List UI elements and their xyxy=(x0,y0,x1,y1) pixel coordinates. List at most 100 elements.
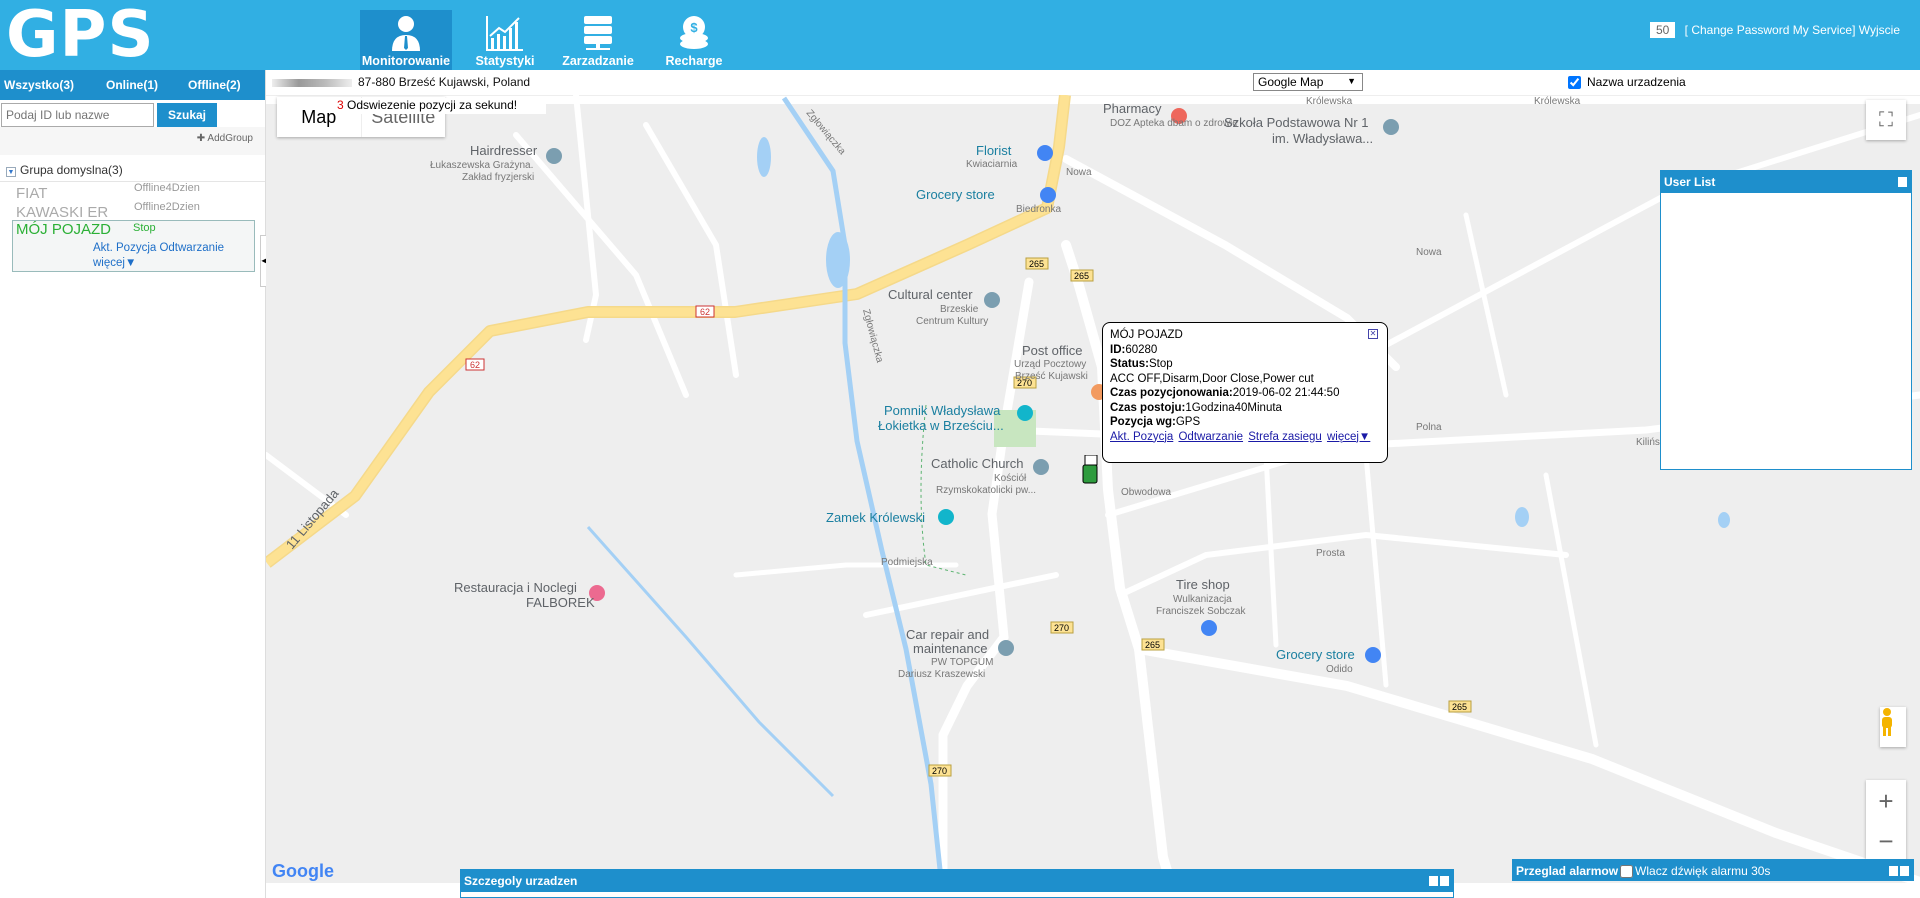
device-details-panel: Szczegoly urzadzen xyxy=(460,869,1454,898)
show-name-checkbox[interactable] xyxy=(1568,76,1581,90)
nav-zarzadzanie[interactable]: Zarzadzanie xyxy=(552,10,644,70)
search-input[interactable] xyxy=(1,103,154,127)
map-label: Franciszek Sobczak xyxy=(1156,606,1246,617)
street-label: Zgłowiączka xyxy=(804,108,848,158)
road-number: 265 xyxy=(1145,640,1160,650)
zoom-out-button[interactable]: − xyxy=(1866,821,1906,861)
google-logo: Google xyxy=(272,861,334,881)
nav-statystyki[interactable]: Statystyki xyxy=(459,10,551,70)
map-label: Odido xyxy=(1326,664,1353,675)
my-service-link[interactable]: My Service] xyxy=(1793,23,1856,37)
map-label: Car repair and xyxy=(906,627,989,642)
street-label: Nowa xyxy=(1066,167,1092,178)
device-status: Offline4Dzien xyxy=(134,182,200,194)
road-number: 270 xyxy=(932,766,947,776)
device-item-selected[interactable]: MÓJ POJAZD Stop Akt. Pozycja Odtwarzanie… xyxy=(12,220,255,272)
device-item[interactable]: KAWASKI ER Offline2Dzien xyxy=(0,201,265,221)
logo: GPS xyxy=(6,0,155,72)
popup-title: MÓJ POJAZD xyxy=(1110,329,1183,341)
add-group-button[interactable]: ✚ AddGroup xyxy=(0,127,265,155)
nav-monitorowanie[interactable]: Monitorowanie xyxy=(360,10,452,70)
device-name: FIAT xyxy=(16,185,48,202)
map-label: Rzymskokatolicki pw... xyxy=(936,485,1036,496)
tab-all[interactable]: Wszystko(3) xyxy=(0,78,104,92)
tab-offline[interactable]: Offline(2) xyxy=(184,78,245,92)
rivers xyxy=(586,96,944,883)
street-view-pegman[interactable] xyxy=(1880,707,1906,747)
panel-title: User List xyxy=(1664,175,1716,189)
close-icon[interactable]: ✕ xyxy=(1368,329,1378,339)
device-more-link[interactable]: więcej▼ xyxy=(93,257,136,269)
map-label: Biedronka xyxy=(1016,204,1061,215)
road-number: 265 xyxy=(1074,271,1089,281)
map-provider-select[interactable]: Google Map ▼ xyxy=(1253,73,1363,91)
map-label: Tire shop xyxy=(1176,577,1230,592)
nav-label: Statystyki xyxy=(475,54,535,68)
status-value: Stop xyxy=(1148,358,1173,370)
logout-link[interactable]: Wyjscie xyxy=(1859,23,1900,37)
road-number: 62 xyxy=(700,307,710,317)
user-icon xyxy=(392,16,420,51)
nav-label: Monitorowanie xyxy=(361,54,451,68)
zoom-in-button[interactable]: + xyxy=(1866,781,1906,821)
current-position-link[interactable]: Akt. Pozycja xyxy=(1110,431,1173,443)
maximize-icon[interactable] xyxy=(1900,866,1909,876)
zoom-control: + − xyxy=(1866,780,1906,861)
map-label: Cultural center xyxy=(888,287,973,302)
redacted-text xyxy=(272,78,352,87)
collapse-icon[interactable]: ▼ xyxy=(6,167,16,177)
group-label: Grupa domyslna(3) xyxy=(20,163,123,177)
refresh-countdown: 3 Odswiezenie pozycji za sekund! xyxy=(334,98,546,114)
plus-icon: ✚ xyxy=(196,133,206,144)
user-list-panel: User List xyxy=(1660,170,1912,470)
minimize-icon[interactable] xyxy=(1898,177,1907,187)
group-header[interactable]: ▼ Grupa domyslna(3) xyxy=(0,155,265,182)
source-value: GPS xyxy=(1175,416,1201,428)
nav-recharge[interactable]: $ Recharge xyxy=(648,10,740,70)
street-label: Obwodowa xyxy=(1121,487,1171,498)
geofence-link[interactable]: Strefa zasiegu xyxy=(1248,431,1322,443)
map-label: Wulkanizacja xyxy=(1173,594,1232,605)
vehicle-marker-icon[interactable] xyxy=(1082,455,1098,485)
map-label: Dariusz Kraszewski xyxy=(898,669,985,680)
more-link[interactable]: więcej▼ xyxy=(1327,431,1370,443)
fullscreen-button[interactable]: ⛶ xyxy=(1866,100,1906,140)
coins-icon: $ xyxy=(680,16,708,49)
map-label: Zakład fryzjerski xyxy=(462,172,534,183)
map-toolbar: 87-880 Brześć Kujawski, Poland Google Ma… xyxy=(266,70,1920,95)
map-label: Zamek Królewski xyxy=(826,510,925,525)
message-count[interactable]: 50 xyxy=(1649,22,1676,38)
address-text: 87-880 Brześć Kujawski, Poland xyxy=(358,75,531,89)
device-filter-tabs: Wszystko(3) Online(1) Offline(2) xyxy=(0,70,265,100)
device-name: MÓJ POJAZD xyxy=(16,221,112,238)
device-status: Stop xyxy=(133,222,156,234)
map-label: Grocery store xyxy=(916,187,995,202)
street-label: Zgłowiączka xyxy=(860,308,885,364)
map-label: Brzeskie xyxy=(940,304,979,315)
road-number: 62 xyxy=(470,360,480,370)
device-item[interactable]: FIAT Offline4Dzien xyxy=(0,182,265,202)
map-label: Brześć Kujawski xyxy=(1015,371,1088,382)
source-label: Pozycja wg: xyxy=(1110,416,1176,428)
playback-link[interactable]: Odtwarzanie xyxy=(1178,431,1243,443)
refresh-seconds: 3 xyxy=(337,98,344,112)
map-provider-value: Google Map xyxy=(1258,75,1324,89)
map-label: DOZ Apteka dbam o zdrowie xyxy=(1110,118,1238,129)
add-group-label: AddGroup xyxy=(207,133,253,144)
stop-label: Czas postoju: xyxy=(1110,401,1186,414)
change-password-link[interactable]: [ Change Password xyxy=(1685,23,1790,37)
top-header: GPS Monitorowanie Statystyki Zarzadzanie… xyxy=(0,0,1920,72)
street-label: Nowa xyxy=(1416,247,1442,258)
show-name-toggle[interactable]: Nazwa urzadzenia xyxy=(1568,75,1686,90)
tab-online[interactable]: Online(1) xyxy=(104,78,184,92)
refresh-text: Odswiezenie pozycji za sekund! xyxy=(347,98,518,112)
search-button[interactable]: Szukaj xyxy=(157,103,217,127)
maximize-icon[interactable] xyxy=(1440,876,1449,886)
minimize-icon[interactable] xyxy=(1429,876,1438,886)
device-name: KAWASKI ER xyxy=(16,204,109,221)
alarm-sound-checkbox[interactable] xyxy=(1620,865,1634,879)
id-label: ID: xyxy=(1110,343,1126,356)
device-actions-links[interactable]: Akt. Pozycja Odtwarzanie xyxy=(93,242,224,254)
chart-icon xyxy=(486,16,523,51)
minimize-icon[interactable] xyxy=(1889,866,1898,876)
